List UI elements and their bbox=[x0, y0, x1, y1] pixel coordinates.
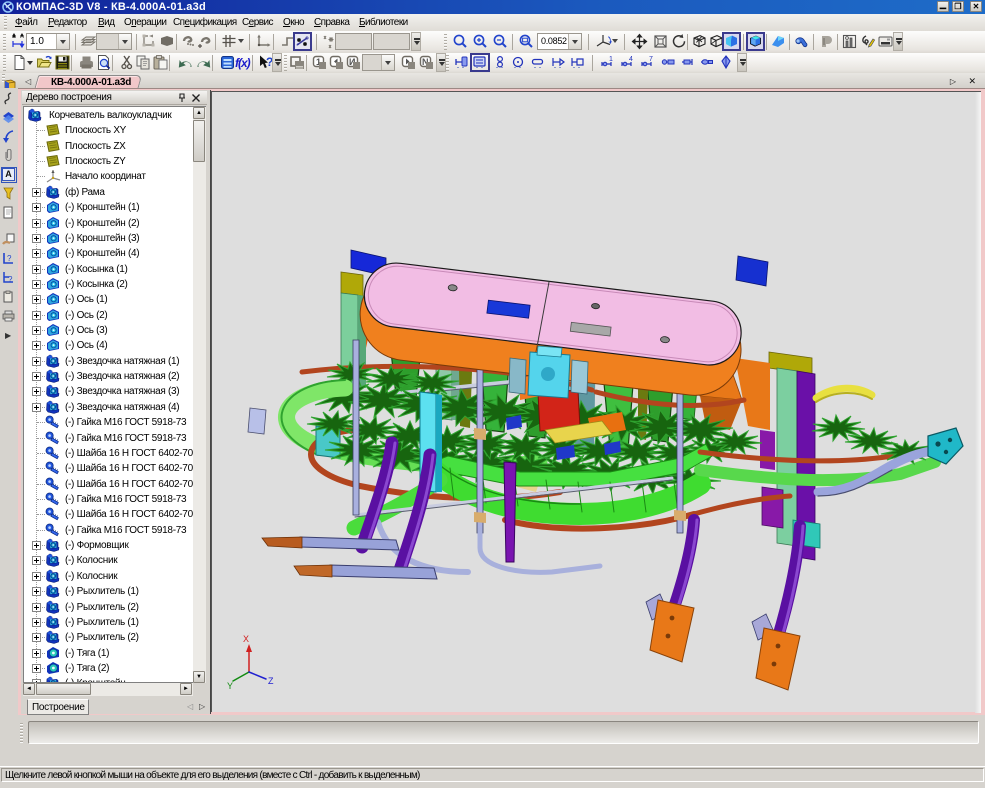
svg-text:4: 4 bbox=[629, 56, 633, 63]
svg-text:X: X bbox=[243, 634, 249, 644]
svg-text:?: ? bbox=[8, 275, 13, 284]
svg-text:7: 7 bbox=[649, 56, 653, 63]
svg-text:?: ? bbox=[7, 254, 12, 263]
svg-text:Y: Y bbox=[227, 681, 233, 691]
svg-text:Z: Z bbox=[268, 676, 274, 686]
svg-text:1: 1 bbox=[609, 56, 613, 63]
